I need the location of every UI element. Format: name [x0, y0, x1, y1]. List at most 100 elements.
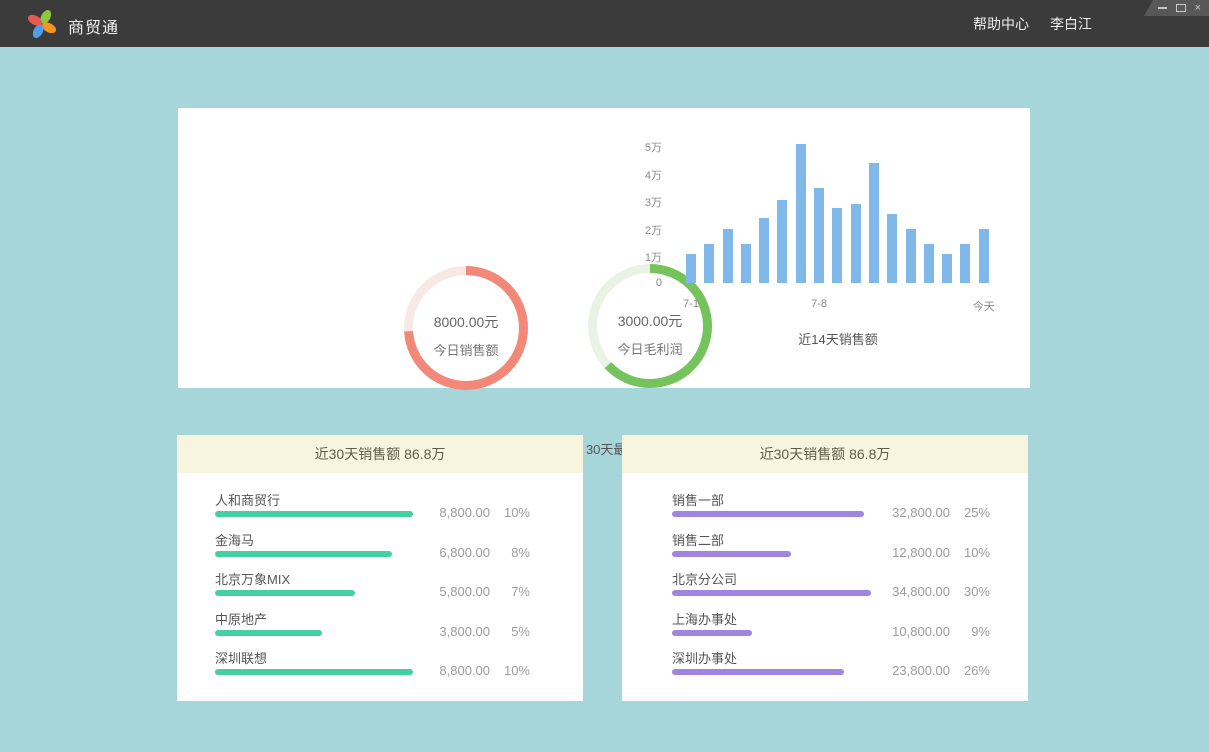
list-item-name: 金海马: [215, 530, 254, 549]
today-sales-label: 今日销售额: [401, 340, 531, 359]
list-item[interactable]: 深圳联想 8,800.00 10%: [177, 648, 583, 678]
list-item-values: 8,800.00 10%: [439, 663, 530, 678]
sales-bar[interactable]: [960, 244, 970, 283]
x-axis-tick: 7-1: [683, 298, 699, 310]
list-item-amount: 12,800.00: [892, 545, 950, 560]
list-item-name: 中原地产: [215, 609, 267, 628]
sales-bar[interactable]: [851, 204, 861, 283]
minimize-icon[interactable]: [1158, 7, 1167, 9]
list-item-bar: [215, 511, 413, 517]
sales-bar[interactable]: [979, 229, 989, 283]
list-item[interactable]: 人和商贸行 8,800.00 10%: [177, 490, 583, 520]
list-item-amount: 3,800.00: [439, 624, 490, 639]
list-item-amount: 10,800.00: [892, 624, 950, 639]
14day-sales-bar-chart: [686, 142, 990, 283]
sales-bar[interactable]: [869, 163, 879, 283]
list-item-name: 深圳办事处: [672, 648, 737, 667]
list-item[interactable]: 中原地产 3,800.00 5%: [177, 609, 583, 639]
list-item-amount: 34,800.00: [892, 584, 950, 599]
app-title: 商贸通: [68, 14, 119, 38]
list-item-percent: 5%: [490, 624, 530, 639]
x-axis-tick: 今天: [973, 298, 995, 314]
list-item-amount: 8,800.00: [439, 505, 490, 520]
list-item-name: 北京万象MIX: [215, 569, 290, 588]
list-item-bar: [672, 630, 752, 636]
sales-bar[interactable]: [704, 244, 714, 283]
list-item-values: 8,800.00 10%: [439, 505, 530, 520]
x-axis-tick: 7-8: [811, 298, 827, 310]
list-item-bar: [215, 590, 355, 596]
today-profit-value: 3000.00元: [585, 311, 715, 331]
bar-chart-title: 近14天销售额: [686, 329, 990, 348]
list-item-name: 北京分公司: [672, 569, 737, 588]
app-logo-pinwheel-icon: [27, 9, 57, 39]
sales-bar[interactable]: [723, 229, 733, 283]
y-axis-tick: 5万: [622, 139, 662, 155]
list-item-values: 6,800.00 8%: [439, 545, 530, 560]
list-item-values: 12,800.00 10%: [892, 545, 990, 560]
list-item-values: 3,800.00 5%: [439, 624, 530, 639]
titlebar: 商贸通 帮助中心 李白江 ×: [0, 0, 1209, 47]
list-item-bar: [672, 669, 844, 675]
list-item-values: 32,800.00 25%: [892, 505, 990, 520]
sales-bar[interactable]: [906, 229, 916, 283]
list-item-percent: 7%: [490, 584, 530, 599]
list-item-bar: [215, 551, 392, 557]
list-item[interactable]: 上海办事处 10,800.00 9%: [622, 609, 1028, 639]
sales-bar[interactable]: [686, 254, 696, 283]
list-item[interactable]: 深圳办事处 23,800.00 26%: [622, 648, 1028, 678]
list-item[interactable]: 金海马 6,800.00 8%: [177, 530, 583, 560]
list-item-percent: 26%: [950, 663, 990, 678]
list-item-percent: 25%: [950, 505, 990, 520]
list-item-values: 34,800.00 30%: [892, 584, 990, 599]
y-axis-tick: 3万: [622, 194, 662, 210]
y-axis-tick: 0: [622, 277, 662, 289]
help-center-menu-item[interactable]: 帮助中心: [973, 14, 1029, 34]
sales-bar[interactable]: [796, 144, 806, 283]
list-item-name: 深圳联想: [215, 648, 267, 667]
sales-bar[interactable]: [814, 188, 824, 283]
sales-bar[interactable]: [832, 208, 842, 283]
sales-bar[interactable]: [741, 244, 751, 283]
sales-bar[interactable]: [759, 218, 769, 283]
list-item-bar: [672, 551, 791, 557]
list-item-percent: 10%: [950, 545, 990, 560]
department-card-title: 近30天销售额 86.8万: [622, 435, 1028, 473]
list-item-values: 23,800.00 26%: [892, 663, 990, 678]
user-menu-item[interactable]: 李白江: [1050, 14, 1092, 34]
today-sales-value: 8000.00元: [401, 312, 531, 332]
sales-bar[interactable]: [777, 200, 787, 283]
customer-card-title: 近30天销售额 86.8万: [177, 435, 583, 473]
list-item-amount: 5,800.00: [439, 584, 490, 599]
y-axis-tick: 1万: [622, 249, 662, 265]
list-item[interactable]: 销售二部 12,800.00 10%: [622, 530, 1028, 560]
list-item-percent: 10%: [490, 663, 530, 678]
y-axis-tick: 2万: [622, 222, 662, 238]
list-item[interactable]: 北京分公司 34,800.00 30%: [622, 569, 1028, 599]
list-item-percent: 8%: [490, 545, 530, 560]
window-controls: ×: [1144, 0, 1209, 16]
list-item-values: 5,800.00 7%: [439, 584, 530, 599]
maximize-icon[interactable]: [1176, 4, 1186, 12]
list-item-name: 销售二部: [672, 530, 724, 549]
list-item-amount: 32,800.00: [892, 505, 950, 520]
list-item-amount: 6,800.00: [439, 545, 490, 560]
list-item-bar: [672, 511, 864, 517]
list-item-values: 10,800.00 9%: [892, 624, 990, 639]
list-item-percent: 10%: [490, 505, 530, 520]
titlebar-menu: 帮助中心 李白江: [973, 0, 1092, 47]
customer-ranking-card: 近30天销售额 86.8万 人和商贸行 8,800.00 10% 金海马 6,8…: [177, 435, 583, 701]
list-item-bar: [215, 630, 322, 636]
close-icon[interactable]: ×: [1195, 3, 1201, 13]
sales-bar[interactable]: [942, 254, 952, 283]
list-item[interactable]: 销售一部 32,800.00 25%: [622, 490, 1028, 520]
list-item-name: 销售一部: [672, 490, 724, 509]
list-item-percent: 9%: [950, 624, 990, 639]
list-item-bar: [215, 669, 413, 675]
sales-bar[interactable]: [924, 244, 934, 283]
sales-bar[interactable]: [887, 214, 897, 283]
list-item[interactable]: 北京万象MIX 5,800.00 7%: [177, 569, 583, 599]
list-item-name: 人和商贸行: [215, 490, 280, 509]
list-item-bar: [672, 590, 871, 596]
list-item-amount: 8,800.00: [439, 663, 490, 678]
